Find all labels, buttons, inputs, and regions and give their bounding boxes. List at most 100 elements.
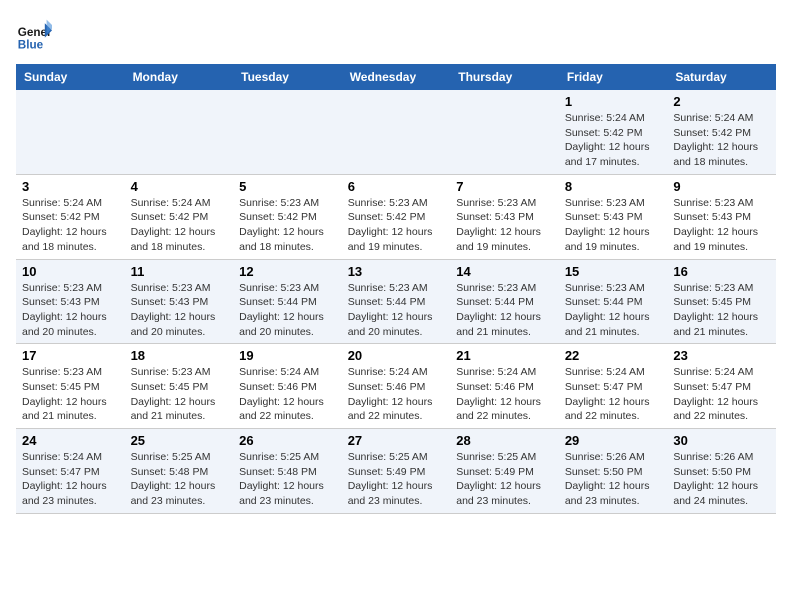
day-info: Sunrise: 5:24 AM Sunset: 5:46 PM Dayligh… xyxy=(456,365,553,424)
day-info: Sunrise: 5:23 AM Sunset: 5:45 PM Dayligh… xyxy=(22,365,119,424)
day-number: 17 xyxy=(22,348,119,363)
calendar-cell: 3 Sunrise: 5:24 AM Sunset: 5:42 PM Daylig… xyxy=(16,174,125,259)
header-day-monday: Monday xyxy=(125,64,234,90)
header-day-thursday: Thursday xyxy=(450,64,559,90)
day-info: Sunrise: 5:23 AM Sunset: 5:43 PM Dayligh… xyxy=(131,281,228,340)
day-info: Sunrise: 5:24 AM Sunset: 5:42 PM Dayligh… xyxy=(131,196,228,255)
logo: General Blue xyxy=(16,16,58,52)
day-number: 6 xyxy=(348,179,445,194)
day-number: 22 xyxy=(565,348,662,363)
day-info: Sunrise: 5:23 AM Sunset: 5:45 PM Dayligh… xyxy=(131,365,228,424)
header-day-sunday: Sunday xyxy=(16,64,125,90)
header-day-wednesday: Wednesday xyxy=(342,64,451,90)
day-info: Sunrise: 5:24 AM Sunset: 5:46 PM Dayligh… xyxy=(348,365,445,424)
calendar-cell: 11 Sunrise: 5:23 AM Sunset: 5:43 PM Dayli… xyxy=(125,259,234,344)
day-number: 2 xyxy=(673,94,770,109)
day-number: 27 xyxy=(348,433,445,448)
calendar-cell: 25Sunrise: 5:25 AM Sunset: 5:48 PM Dayli… xyxy=(125,429,234,514)
calendar-cell: 17 Sunrise: 5:23 AM Sunset: 5:45 PM Dayli… xyxy=(16,344,125,429)
calendar-table: SundayMondayTuesdayWednesdayThursdayFrid… xyxy=(16,64,776,514)
week-row-1: 3 Sunrise: 5:24 AM Sunset: 5:42 PM Daylig… xyxy=(16,174,776,259)
day-info: Sunrise: 5:23 AM Sunset: 5:44 PM Dayligh… xyxy=(239,281,336,340)
day-info: Sunrise: 5:24 AM Sunset: 5:47 PM Dayligh… xyxy=(565,365,662,424)
day-number: 4 xyxy=(131,179,228,194)
calendar-cell: 8Sunrise: 5:23 AM Sunset: 5:43 PM Daylig… xyxy=(559,174,668,259)
day-number: 13 xyxy=(348,264,445,279)
day-number: 9 xyxy=(673,179,770,194)
day-number: 16 xyxy=(673,264,770,279)
calendar-cell: 20 Sunrise: 5:24 AM Sunset: 5:46 PM Dayli… xyxy=(342,344,451,429)
calendar-cell: 26 Sunrise: 5:25 AM Sunset: 5:48 PM Dayli… xyxy=(233,429,342,514)
day-number: 14 xyxy=(456,264,553,279)
calendar-cell xyxy=(342,90,451,174)
day-info: Sunrise: 5:24 AM Sunset: 5:47 PM Dayligh… xyxy=(22,450,119,509)
header-row: SundayMondayTuesdayWednesdayThursdayFrid… xyxy=(16,64,776,90)
day-number: 28 xyxy=(456,433,553,448)
calendar-cell: 16 Sunrise: 5:23 AM Sunset: 5:45 PM Dayli… xyxy=(667,259,776,344)
day-info: Sunrise: 5:23 AM Sunset: 5:44 PM Dayligh… xyxy=(456,281,553,340)
calendar-cell xyxy=(233,90,342,174)
day-info: Sunrise: 5:23 AM Sunset: 5:45 PM Dayligh… xyxy=(673,281,770,340)
day-info: Sunrise: 5:24 AM Sunset: 5:42 PM Dayligh… xyxy=(673,111,770,170)
calendar-cell: 29 Sunrise: 5:26 AM Sunset: 5:50 PM Dayli… xyxy=(559,429,668,514)
day-info: Sunrise: 5:23 AM Sunset: 5:43 PM Dayligh… xyxy=(565,196,662,255)
calendar-cell: 9 Sunrise: 5:23 AM Sunset: 5:43 PM Daylig… xyxy=(667,174,776,259)
calendar-header: SundayMondayTuesdayWednesdayThursdayFrid… xyxy=(16,64,776,90)
day-number: 18 xyxy=(131,348,228,363)
day-number: 26 xyxy=(239,433,336,448)
day-number: 29 xyxy=(565,433,662,448)
calendar-cell xyxy=(125,90,234,174)
day-info: Sunrise: 5:25 AM Sunset: 5:48 PM Dayligh… xyxy=(239,450,336,509)
day-number: 3 xyxy=(22,179,119,194)
calendar-cell: 22 Sunrise: 5:24 AM Sunset: 5:47 PM Dayli… xyxy=(559,344,668,429)
calendar-cell xyxy=(16,90,125,174)
day-info: Sunrise: 5:23 AM Sunset: 5:42 PM Dayligh… xyxy=(348,196,445,255)
day-info: Sunrise: 5:24 AM Sunset: 5:47 PM Dayligh… xyxy=(673,365,770,424)
calendar-cell xyxy=(450,90,559,174)
calendar-cell: 7 Sunrise: 5:23 AM Sunset: 5:43 PM Daylig… xyxy=(450,174,559,259)
calendar-cell: 10 Sunrise: 5:23 AM Sunset: 5:43 PM Dayli… xyxy=(16,259,125,344)
day-number: 23 xyxy=(673,348,770,363)
day-number: 19 xyxy=(239,348,336,363)
day-info: Sunrise: 5:25 AM Sunset: 5:49 PM Dayligh… xyxy=(348,450,445,509)
calendar-cell: 23 Sunrise: 5:24 AM Sunset: 5:47 PM Dayli… xyxy=(667,344,776,429)
calendar-cell: 27 Sunrise: 5:25 AM Sunset: 5:49 PM Dayli… xyxy=(342,429,451,514)
logo-icon: General Blue xyxy=(16,16,52,52)
day-info: Sunrise: 5:24 AM Sunset: 5:42 PM Dayligh… xyxy=(22,196,119,255)
day-info: Sunrise: 5:23 AM Sunset: 5:44 PM Dayligh… xyxy=(348,281,445,340)
calendar-cell: 24Sunrise: 5:24 AM Sunset: 5:47 PM Dayli… xyxy=(16,429,125,514)
header-day-friday: Friday xyxy=(559,64,668,90)
page-header: General Blue xyxy=(16,16,776,52)
calendar-cell: 13 Sunrise: 5:23 AM Sunset: 5:44 PM Dayli… xyxy=(342,259,451,344)
day-info: Sunrise: 5:24 AM Sunset: 5:42 PM Dayligh… xyxy=(565,111,662,170)
calendar-cell: 28 Sunrise: 5:25 AM Sunset: 5:49 PM Dayli… xyxy=(450,429,559,514)
day-info: Sunrise: 5:23 AM Sunset: 5:43 PM Dayligh… xyxy=(456,196,553,255)
calendar-cell: 15 Sunrise: 5:23 AM Sunset: 5:44 PM Dayli… xyxy=(559,259,668,344)
header-day-tuesday: Tuesday xyxy=(233,64,342,90)
day-number: 15 xyxy=(565,264,662,279)
day-number: 5 xyxy=(239,179,336,194)
day-info: Sunrise: 5:24 AM Sunset: 5:46 PM Dayligh… xyxy=(239,365,336,424)
day-info: Sunrise: 5:26 AM Sunset: 5:50 PM Dayligh… xyxy=(673,450,770,509)
day-number: 7 xyxy=(456,179,553,194)
day-number: 20 xyxy=(348,348,445,363)
calendar-cell: 30 Sunrise: 5:26 AM Sunset: 5:50 PM Dayli… xyxy=(667,429,776,514)
day-info: Sunrise: 5:23 AM Sunset: 5:43 PM Dayligh… xyxy=(673,196,770,255)
calendar-cell: 18 Sunrise: 5:23 AM Sunset: 5:45 PM Dayli… xyxy=(125,344,234,429)
day-info: Sunrise: 5:23 AM Sunset: 5:42 PM Dayligh… xyxy=(239,196,336,255)
day-info: Sunrise: 5:23 AM Sunset: 5:43 PM Dayligh… xyxy=(22,281,119,340)
day-number: 30 xyxy=(673,433,770,448)
calendar-cell: 4 Sunrise: 5:24 AM Sunset: 5:42 PM Daylig… xyxy=(125,174,234,259)
week-row-3: 17 Sunrise: 5:23 AM Sunset: 5:45 PM Dayli… xyxy=(16,344,776,429)
day-info: Sunrise: 5:23 AM Sunset: 5:44 PM Dayligh… xyxy=(565,281,662,340)
day-info: Sunrise: 5:26 AM Sunset: 5:50 PM Dayligh… xyxy=(565,450,662,509)
day-number: 10 xyxy=(22,264,119,279)
calendar-cell: 14 Sunrise: 5:23 AM Sunset: 5:44 PM Dayli… xyxy=(450,259,559,344)
calendar-cell: 1Sunrise: 5:24 AM Sunset: 5:42 PM Daylig… xyxy=(559,90,668,174)
day-info: Sunrise: 5:25 AM Sunset: 5:48 PM Dayligh… xyxy=(131,450,228,509)
calendar-cell: 6 Sunrise: 5:23 AM Sunset: 5:42 PM Daylig… xyxy=(342,174,451,259)
calendar-cell: 21Sunrise: 5:24 AM Sunset: 5:46 PM Dayli… xyxy=(450,344,559,429)
calendar-cell: 5 Sunrise: 5:23 AM Sunset: 5:42 PM Daylig… xyxy=(233,174,342,259)
day-number: 11 xyxy=(131,264,228,279)
day-info: Sunrise: 5:25 AM Sunset: 5:49 PM Dayligh… xyxy=(456,450,553,509)
